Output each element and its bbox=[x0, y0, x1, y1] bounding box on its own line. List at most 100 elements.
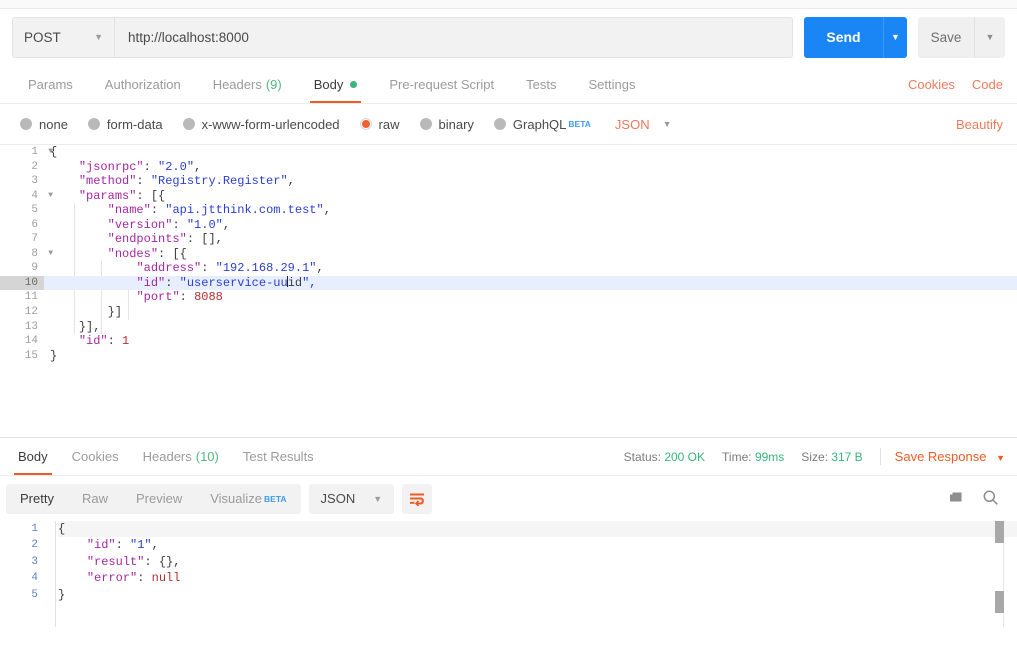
line-number: 3 bbox=[31, 175, 38, 188]
copy-button[interactable] bbox=[948, 489, 964, 508]
save-response-button[interactable]: Save Response ▼ bbox=[895, 449, 1005, 464]
tab-label: Settings bbox=[588, 76, 636, 92]
line-number: 4 ▼ bbox=[31, 189, 53, 202]
beta-badge: BETA bbox=[264, 493, 287, 504]
view-mode-label: Raw bbox=[81, 491, 108, 506]
code-line: "id": 1 bbox=[78, 334, 130, 349]
radio-selected-icon bbox=[359, 118, 372, 130]
raw-format-select[interactable]: JSON ▼ bbox=[615, 117, 672, 132]
wrap-lines-button[interactable] bbox=[402, 483, 433, 514]
response-tab-headers[interactable]: Headers (10) bbox=[131, 438, 231, 475]
time-meta: Time: 99ms bbox=[722, 450, 784, 464]
view-mode-visualize[interactable]: Visualize BETA bbox=[196, 484, 300, 514]
body-type-label: form-data bbox=[106, 116, 163, 132]
tab-label: Headers bbox=[142, 449, 192, 464]
response-tab-cookies[interactable]: Cookies bbox=[60, 438, 131, 475]
search-icon bbox=[983, 490, 998, 505]
send-options-caret-icon[interactable]: ▼ bbox=[883, 16, 907, 58]
response-code: { "id": "1", "result": {}, "error": null… bbox=[58, 521, 1017, 627]
code-link[interactable]: Code bbox=[972, 77, 1003, 92]
response-scrollbar[interactable] bbox=[995, 521, 1004, 627]
beautify-link[interactable]: Beautify bbox=[956, 117, 1017, 132]
response-tab-test-results[interactable]: Test Results bbox=[231, 438, 326, 475]
tab-settings[interactable]: Settings bbox=[572, 65, 651, 103]
response-gutter-divider bbox=[55, 521, 56, 627]
request-tabs-links: Cookies Code bbox=[908, 65, 1017, 103]
view-mode-raw[interactable]: Raw bbox=[68, 484, 122, 514]
code-line: "nodes": [{ bbox=[107, 246, 187, 261]
body-type-urlencoded[interactable]: x-www-form-urlencoded bbox=[182, 116, 340, 132]
view-mode-label: Pretty bbox=[20, 491, 54, 506]
time-value: 99ms bbox=[754, 449, 785, 464]
body-type-label: x-www-form-urlencoded bbox=[201, 116, 340, 132]
save-button[interactable]: Save bbox=[918, 16, 974, 58]
response-view-modes: Pretty Raw Preview Visualize BETA bbox=[6, 483, 301, 514]
http-method-select[interactable]: POST ▼ bbox=[12, 16, 114, 58]
copy-icon bbox=[950, 492, 962, 502]
response-code-line: } bbox=[58, 587, 66, 602]
tab-label: Params bbox=[28, 76, 73, 92]
wrap-lines-icon bbox=[410, 493, 425, 506]
response-code-line: "error": null bbox=[86, 571, 181, 586]
request-tabs: Params Authorization Headers (9) Body Pr… bbox=[0, 65, 1017, 104]
response-format-select[interactable]: JSON ▼ bbox=[308, 483, 395, 514]
body-type-row: none form-data x-www-form-urlencoded raw… bbox=[0, 104, 1017, 145]
editor-code[interactable]: { "jsonrpc": "2.0", "method": "Registry.… bbox=[44, 145, 1017, 437]
code-line: { bbox=[50, 145, 58, 159]
size-label: Size: bbox=[801, 449, 828, 464]
view-mode-preview[interactable]: Preview bbox=[122, 484, 196, 514]
size-meta: Size: 317 B bbox=[801, 450, 862, 464]
tab-label: Authorization bbox=[104, 76, 181, 92]
code-line: } bbox=[50, 348, 58, 363]
editor-line-numbers: 1 ▼ 2 3 4 ▼ 5 6 7 8 ▼ 9 10 11 12 13 14 15 bbox=[0, 145, 53, 437]
code-line: }] bbox=[107, 305, 123, 320]
meta-divider bbox=[879, 448, 881, 465]
response-meta: Status: 200 OK Time: 99ms Size: 317 B Sa… bbox=[607, 438, 1017, 475]
request-body-editor[interactable]: 1 ▼ 2 3 4 ▼ 5 6 7 8 ▼ 9 10 11 12 13 14 15 { "jsonrpc": "2… bbox=[0, 145, 1017, 437]
code-line: "version": "1.0", bbox=[107, 217, 231, 232]
line-number: 2 bbox=[31, 160, 38, 173]
tab-pre-request-script[interactable]: Pre-request Script bbox=[373, 65, 510, 103]
response-body-viewer[interactable]: 1 2 3 4 5 { "id": "1", "result": {}, "error"… bbox=[0, 521, 1017, 627]
view-mode-label: Preview bbox=[135, 491, 183, 506]
line-number: 13 bbox=[24, 320, 38, 333]
body-type-binary[interactable]: binary bbox=[419, 117, 474, 132]
response-code-line: "id": "1", bbox=[86, 538, 159, 553]
tab-label: Test Results bbox=[242, 449, 314, 464]
response-line-number: 2 bbox=[31, 539, 38, 552]
line-number: 6 bbox=[31, 218, 38, 231]
radio-icon bbox=[87, 118, 100, 130]
tab-headers[interactable]: Headers (9) bbox=[197, 65, 298, 103]
tab-body[interactable]: Body bbox=[298, 65, 374, 103]
body-type-none[interactable]: none bbox=[20, 117, 68, 132]
code-line: "jsonrpc": "2.0", bbox=[78, 159, 202, 174]
tab-label: Tests bbox=[526, 76, 557, 92]
code-line: "params": [{ bbox=[78, 188, 166, 203]
response-code-line: { bbox=[58, 521, 1017, 538]
tab-params[interactable]: Params bbox=[12, 65, 89, 103]
response-tab-body[interactable]: Body bbox=[6, 438, 60, 475]
search-button[interactable] bbox=[982, 489, 999, 509]
line-number: 10 bbox=[0, 275, 44, 291]
response-toolbar-actions bbox=[948, 489, 1017, 509]
code-line: "id": "userservice-uuid", bbox=[44, 275, 1017, 291]
response-tabs-bar: Body Cookies Headers (10) Test Results S… bbox=[0, 437, 1017, 476]
chevron-down-icon: ▼ bbox=[662, 119, 672, 129]
body-type-graphql[interactable]: GraphQL BETA bbox=[493, 117, 591, 132]
view-mode-pretty[interactable]: Pretty bbox=[6, 484, 68, 514]
tab-label: Headers bbox=[212, 76, 262, 92]
cookies-link[interactable]: Cookies bbox=[908, 77, 955, 92]
line-number: 8 ▼ bbox=[31, 247, 53, 260]
tab-authorization[interactable]: Authorization bbox=[89, 65, 197, 103]
tab-tests[interactable]: Tests bbox=[510, 65, 572, 103]
url-input[interactable]: http://localhost:8000 bbox=[114, 16, 793, 58]
view-mode-label: Visualize bbox=[210, 491, 263, 506]
response-headers-count: (10) bbox=[195, 449, 219, 464]
code-line: "address": "192.168.29.1", bbox=[136, 261, 324, 276]
body-type-raw[interactable]: raw bbox=[359, 117, 400, 132]
save-options-caret-icon[interactable]: ▼ bbox=[974, 16, 1005, 58]
body-type-form-data[interactable]: form-data bbox=[87, 116, 163, 132]
send-button[interactable]: Send bbox=[804, 16, 883, 58]
body-type-label: none bbox=[39, 116, 68, 132]
scrollbar-thumb bbox=[995, 591, 1004, 613]
